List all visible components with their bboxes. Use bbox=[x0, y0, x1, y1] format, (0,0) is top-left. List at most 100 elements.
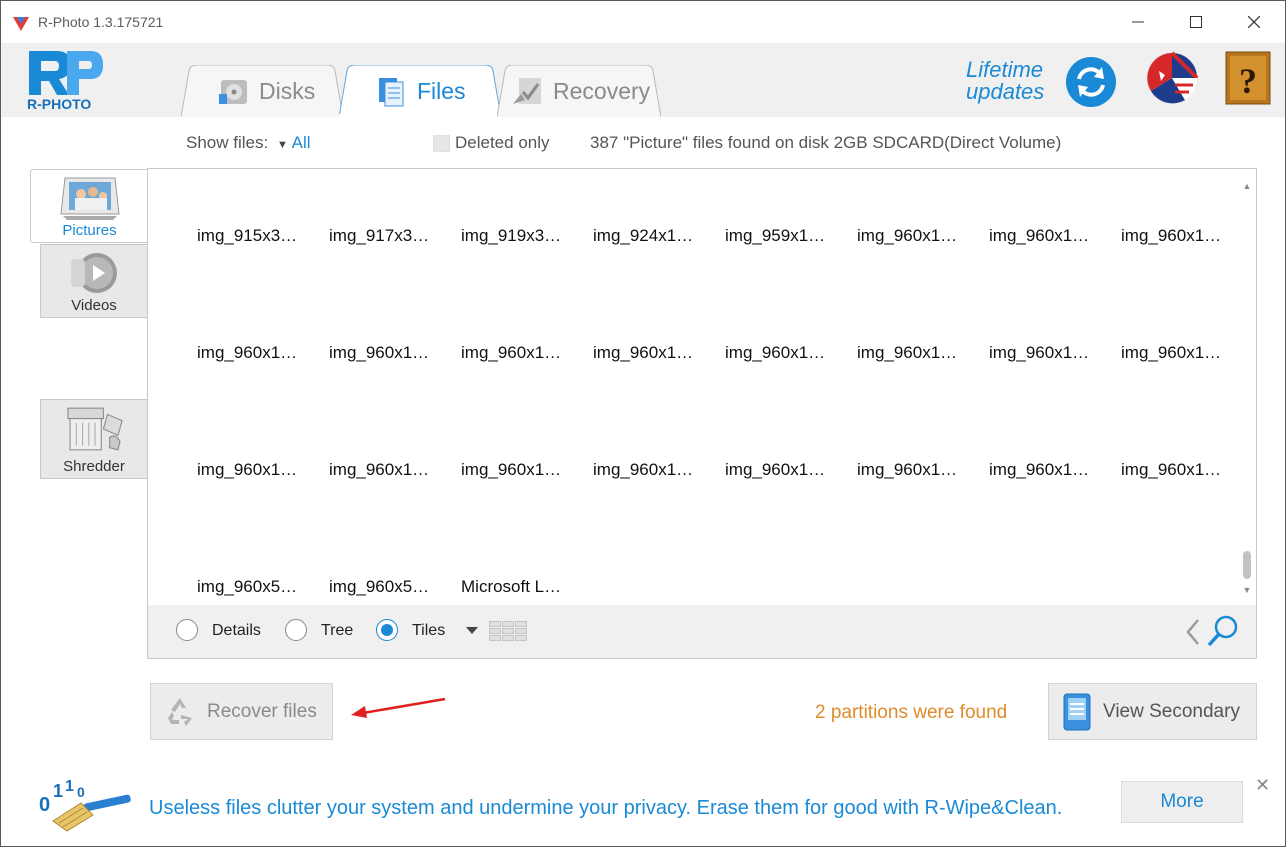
tree-radio[interactable] bbox=[285, 619, 307, 641]
file-tile[interactable]: img_960x1… bbox=[593, 343, 713, 363]
promo-text: Useless files clutter your system and un… bbox=[149, 797, 1063, 819]
file-tile[interactable]: img_960x5… bbox=[329, 577, 449, 597]
side-tab-pictures-label: Pictures bbox=[62, 222, 117, 239]
svg-text:0: 0 bbox=[39, 794, 50, 816]
deleted-only-checkbox[interactable] bbox=[433, 134, 450, 152]
more-button[interactable]: More bbox=[1121, 781, 1243, 823]
scroll-down-icon[interactable]: ▼ bbox=[1240, 585, 1254, 597]
logo-text: R-PHOTO bbox=[27, 96, 91, 111]
deleted-only-toggle[interactable]: Deleted only bbox=[433, 133, 550, 153]
svg-text:?: ? bbox=[1239, 61, 1257, 101]
file-tile[interactable]: img_960x1… bbox=[1121, 460, 1241, 480]
scroll-up-icon[interactable]: ▲ bbox=[1240, 181, 1254, 193]
side-tab-pictures[interactable]: Pictures bbox=[30, 169, 148, 243]
chevron-down-icon: ▼ bbox=[276, 139, 288, 151]
tab-disks[interactable]: Disks bbox=[181, 65, 343, 117]
file-tile[interactable]: img_960x1… bbox=[725, 343, 845, 363]
file-tile[interactable]: img_915x3… bbox=[197, 226, 317, 246]
view-mode-bar: Details Tree Tiles bbox=[147, 605, 1257, 659]
files-icon bbox=[379, 78, 404, 107]
content-area: Show files: ▼ All Deleted only 387 "Pict… bbox=[1, 117, 1285, 765]
partitions-found-text: 2 partitions were found bbox=[815, 702, 1008, 723]
maximize-button[interactable] bbox=[1167, 1, 1225, 43]
language-flag-icon[interactable] bbox=[1145, 51, 1199, 105]
view-secondary-button[interactable]: View Secondary bbox=[1048, 683, 1257, 740]
side-tab-shredder[interactable]: Shredder bbox=[40, 399, 147, 479]
tab-files[interactable]: Files bbox=[339, 65, 501, 117]
file-tile[interactable]: img_960x1… bbox=[989, 226, 1109, 246]
update-icon[interactable] bbox=[1064, 55, 1118, 109]
chevron-left-icon[interactable] bbox=[1184, 618, 1202, 646]
app-logo-icon bbox=[13, 17, 29, 31]
lifetime-line2: updates bbox=[966, 79, 1045, 104]
file-tile[interactable]: img_960x1… bbox=[329, 460, 449, 480]
lifetime-line1: Lifetime bbox=[966, 57, 1044, 82]
search-icon[interactable] bbox=[1206, 614, 1240, 648]
file-tile[interactable]: img_960x1… bbox=[593, 460, 713, 480]
annotation-arrow-icon bbox=[351, 697, 446, 718]
details-label: Details bbox=[212, 622, 261, 639]
file-tile[interactable]: img_960x1… bbox=[329, 343, 449, 363]
file-tile[interactable]: img_960x1… bbox=[857, 226, 977, 246]
lifetime-updates-link[interactable]: Lifetime updates bbox=[966, 59, 1044, 103]
disk-icon bbox=[219, 80, 247, 104]
rwipe-broom-icon: 0 1 1 0 bbox=[39, 778, 131, 832]
minimize-icon bbox=[1132, 21, 1144, 23]
file-tile[interactable]: img_960x1… bbox=[197, 460, 317, 480]
file-tile[interactable]: img_960x1… bbox=[989, 460, 1109, 480]
grid-view-icon[interactable] bbox=[489, 621, 527, 641]
files-found-status: 387 "Picture" files found on disk 2GB SD… bbox=[590, 133, 1062, 152]
show-files-filter[interactable]: Show files: ▼ All bbox=[186, 133, 311, 153]
file-tile[interactable]: img_919x3… bbox=[461, 226, 581, 246]
show-files-value[interactable]: All bbox=[292, 133, 311, 152]
tab-recovery-label: Recovery bbox=[553, 77, 651, 104]
tab-disks-label: Disks bbox=[259, 77, 316, 104]
recycle-icon bbox=[168, 697, 192, 726]
app-window: R-Photo 1.3.175721 R-PHOTO Disks Files R… bbox=[0, 0, 1286, 847]
scroll-thumb[interactable] bbox=[1243, 551, 1251, 579]
vertical-scrollbar[interactable]: ▲ ▼ bbox=[1240, 181, 1254, 599]
close-icon[interactable]: ✕ bbox=[1255, 775, 1270, 796]
recover-files-button[interactable]: Recover files bbox=[150, 683, 333, 740]
file-tiles-panel: img_915x3… img_917x3… img_919x3… img_924… bbox=[147, 168, 1257, 658]
tile-size-dropdown-icon[interactable] bbox=[466, 627, 478, 634]
close-button[interactable] bbox=[1225, 1, 1283, 43]
tree-label: Tree bbox=[321, 622, 354, 639]
rphoto-logo: R-PHOTO bbox=[27, 51, 103, 111]
file-tile[interactable]: Microsoft L… bbox=[461, 577, 581, 597]
file-tile[interactable]: img_960x1… bbox=[857, 460, 977, 480]
pictures-icon bbox=[59, 177, 120, 220]
file-tile[interactable]: img_960x1… bbox=[857, 343, 977, 363]
secondary-volume-icon bbox=[1063, 693, 1091, 730]
view-secondary-label: View Secondary bbox=[1103, 700, 1240, 722]
details-radio[interactable] bbox=[176, 619, 198, 641]
file-tile[interactable]: img_959x1… bbox=[725, 226, 845, 246]
file-tile[interactable]: img_960x1… bbox=[1121, 226, 1241, 246]
file-tile[interactable]: img_917x3… bbox=[329, 226, 449, 246]
file-tile[interactable]: img_924x1… bbox=[593, 226, 713, 246]
file-tile[interactable]: img_960x1… bbox=[461, 343, 581, 363]
tiles-label: Tiles bbox=[412, 622, 446, 639]
minimize-button[interactable] bbox=[1109, 1, 1167, 43]
recovery-icon bbox=[513, 78, 541, 104]
svg-text:0: 0 bbox=[77, 784, 85, 800]
tiles-radio[interactable] bbox=[376, 619, 398, 641]
shredder-icon bbox=[67, 407, 123, 451]
file-tile[interactable]: img_960x1… bbox=[461, 460, 581, 480]
svg-text:1: 1 bbox=[65, 778, 74, 795]
side-tab-videos[interactable]: Videos bbox=[40, 244, 147, 318]
tab-recovery[interactable]: Recovery bbox=[497, 65, 661, 117]
help-icon[interactable]: ? bbox=[1225, 51, 1271, 105]
title-bar: R-Photo 1.3.175721 bbox=[1, 1, 1285, 43]
file-tile[interactable]: img_960x1… bbox=[197, 343, 317, 363]
promo-bar: 0 1 1 0 Useless files clutter your syste… bbox=[1, 765, 1285, 846]
side-tab-videos-label: Videos bbox=[71, 297, 117, 314]
file-tile[interactable]: img_960x1… bbox=[725, 460, 845, 480]
file-tile[interactable]: img_960x1… bbox=[989, 343, 1109, 363]
header-bar: R-PHOTO Disks Files Recovery Lifetime up… bbox=[1, 43, 1285, 117]
show-files-label: Show files: bbox=[186, 133, 269, 152]
file-tile[interactable]: img_960x1… bbox=[1121, 343, 1241, 363]
close-icon bbox=[1248, 16, 1260, 28]
file-tile[interactable]: img_960x5… bbox=[197, 577, 317, 597]
tab-files-label: Files bbox=[417, 77, 466, 104]
